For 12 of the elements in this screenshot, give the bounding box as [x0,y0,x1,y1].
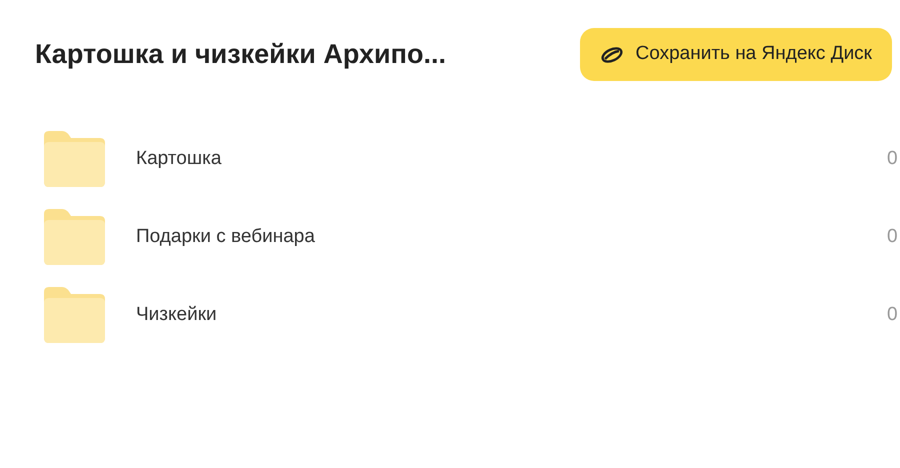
table-cell-text: 0 [887,302,898,327]
folder-name[interactable]: Чизкейки [136,300,217,330]
table-cell-text: 0 [887,224,898,249]
folder-icon [44,209,105,265]
save-button[interactable]: Сохранить на Яндекс Диск [580,28,892,81]
folder-icon [44,287,105,343]
table-cell-text: 0 [887,146,898,171]
folder-icon [44,131,105,187]
disk-icon [600,46,624,64]
folder-name[interactable]: Картошка [136,144,222,174]
folder-name[interactable]: Подарки с вебинара [136,222,315,252]
page-title: Картошка и чизкейки Архипо... [35,38,446,72]
